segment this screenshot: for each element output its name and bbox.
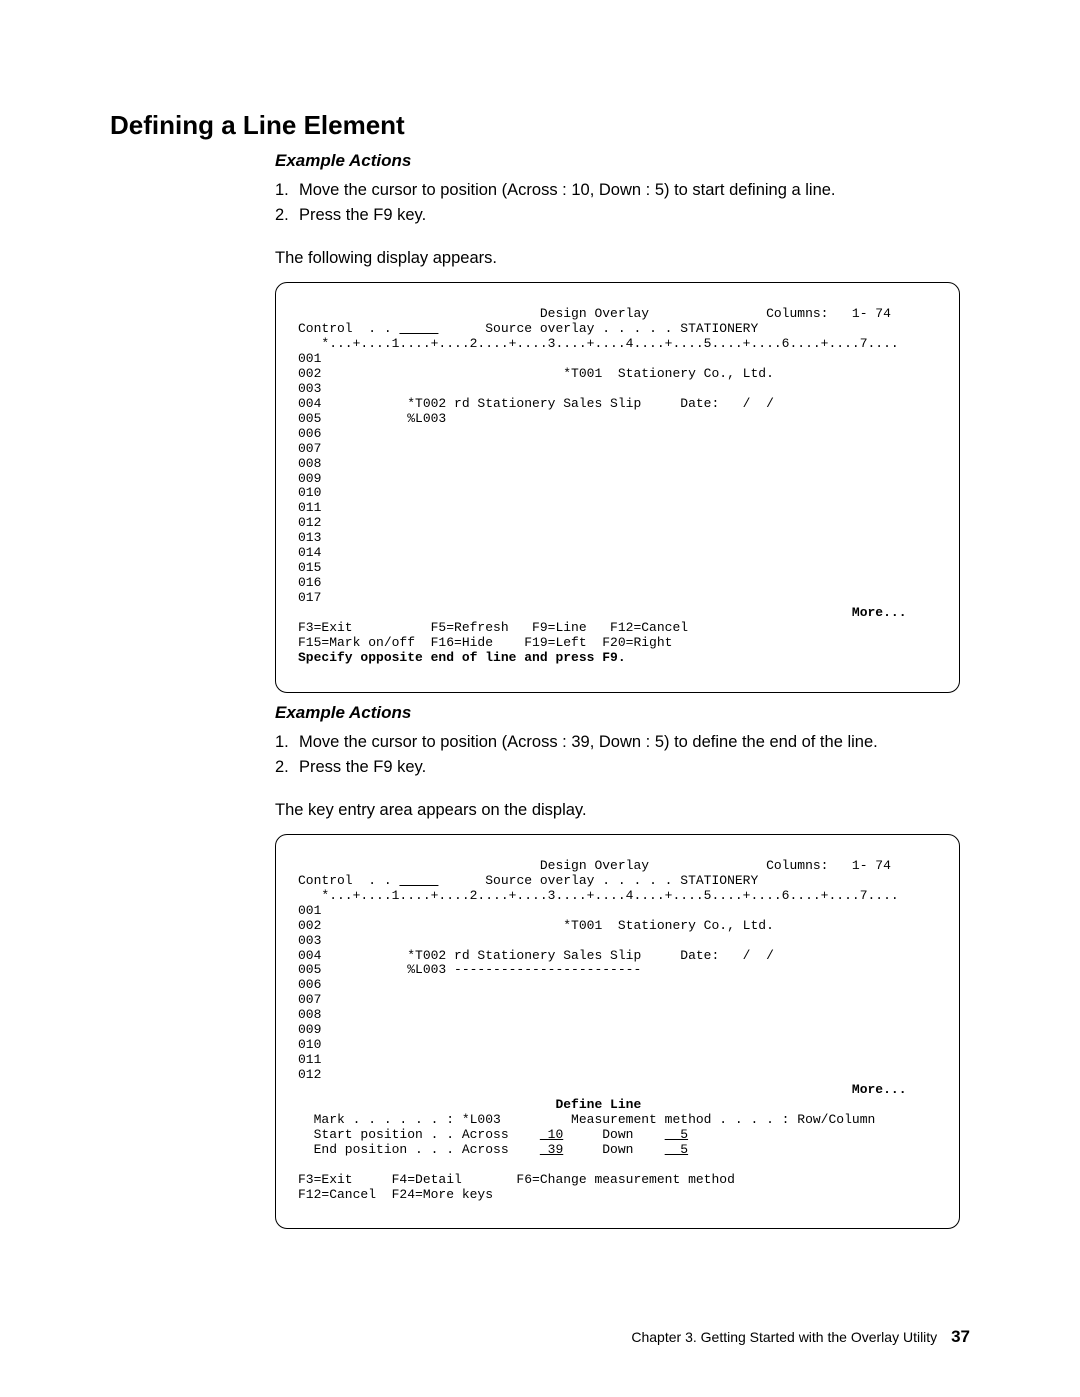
terminal-line: Start position . . Across 10 Down 5 [298, 1127, 688, 1142]
terminal-fkeys: F12=Cancel F24=More keys [298, 1187, 493, 1202]
list-text: Move the cursor to position (Across : 10… [299, 179, 960, 202]
list-item: 1. Move the cursor to position (Across :… [275, 731, 960, 754]
list-text: Move the cursor to position (Across : 39… [299, 731, 960, 754]
terminal-line: 010 [298, 1037, 321, 1052]
terminal-line: Mark . . . . . . : *L003 Measurement met… [298, 1112, 875, 1127]
terminal-line: 005 %L003 ------------------------ [298, 962, 641, 977]
terminal-line: 004 *T002 rd Stationery Sales Slip Date:… [298, 948, 774, 963]
terminal-line: 012 [298, 1067, 321, 1082]
paragraph: The key entry area appears on the displa… [275, 801, 960, 820]
terminal-line: 001 [298, 351, 321, 366]
list-text: Press the F9 key. [299, 204, 960, 227]
terminal-define-title: Define Line [298, 1097, 641, 1112]
terminal-line: 011 [298, 500, 321, 515]
terminal-line: End position . . . Across 39 Down 5 [298, 1142, 688, 1157]
terminal-line: 009 [298, 1022, 321, 1037]
terminal-fkeys: F3=Exit F4=Detail F6=Change measurement … [298, 1172, 735, 1187]
example-actions-heading-1: Example Actions [275, 151, 960, 171]
terminal-line: Control . . Source overlay . . . . . STA… [298, 321, 758, 336]
terminal-ruler: *...+....1....+....2....+....3....+....4… [298, 888, 899, 903]
terminal-line: 002 *T001 Stationery Co., Ltd. [298, 918, 774, 933]
terminal-display-1: Design Overlay Columns: 1- 74 Control . … [275, 282, 960, 693]
section-heading: Defining a Line Element [110, 110, 970, 141]
terminal-line: 006 [298, 426, 321, 441]
list-number: 2. [275, 204, 299, 227]
list-item: 2. Press the F9 key. [275, 756, 960, 779]
terminal-line: 015 [298, 560, 321, 575]
terminal-line: 012 [298, 515, 321, 530]
terminal-title: Design Overlay Columns: 1- 74 [298, 858, 891, 873]
terminal-fkeys: F15=Mark on/off F16=Hide F19=Left F20=Ri… [298, 635, 672, 650]
terminal-line: 003 [298, 933, 321, 948]
paragraph: The following display appears. [275, 249, 960, 268]
terminal-line: 009 [298, 471, 321, 486]
terminal-line: 017 [298, 590, 321, 605]
terminal-line: 010 [298, 485, 321, 500]
terminal-more: More... [298, 605, 907, 620]
terminal-line: 011 [298, 1052, 321, 1067]
terminal-line: 014 [298, 545, 321, 560]
list-item: 2. Press the F9 key. [275, 204, 960, 227]
terminal-line: 001 [298, 903, 321, 918]
terminal-line: 003 [298, 381, 321, 396]
terminal-line: 008 [298, 1007, 321, 1022]
terminal-line: 007 [298, 441, 321, 456]
page-footer: Chapter 3. Getting Started with the Over… [631, 1327, 970, 1347]
page-number: 37 [951, 1327, 970, 1346]
footer-chapter: Chapter 3. Getting Started with the Over… [631, 1329, 937, 1345]
terminal-ruler: *...+....1....+....2....+....3....+....4… [298, 336, 899, 351]
terminal-line: 002 *T001 Stationery Co., Ltd. [298, 366, 774, 381]
list-item: 1. Move the cursor to position (Across :… [275, 179, 960, 202]
terminal-line: 004 *T002 rd Stationery Sales Slip Date:… [298, 396, 774, 411]
terminal-more: More... [298, 1082, 907, 1097]
terminal-line: 016 [298, 575, 321, 590]
terminal-line: 013 [298, 530, 321, 545]
example-actions-heading-2: Example Actions [275, 703, 960, 723]
terminal-title: Design Overlay Columns: 1- 74 [298, 306, 891, 321]
terminal-line: 006 [298, 977, 321, 992]
terminal-prompt: Specify opposite end of line and press F… [298, 650, 626, 665]
terminal-fkeys: F3=Exit F5=Refresh F9=Line F12=Cancel [298, 620, 688, 635]
terminal-line: 008 [298, 456, 321, 471]
list-number: 1. [275, 731, 299, 754]
terminal-line: 007 [298, 992, 321, 1007]
list-text: Press the F9 key. [299, 756, 960, 779]
terminal-line: Control . . Source overlay . . . . . STA… [298, 873, 758, 888]
example-actions-block-1: Example Actions 1. Move the cursor to po… [275, 151, 960, 1229]
list-number: 1. [275, 179, 299, 202]
terminal-display-2: Design Overlay Columns: 1- 74 Control . … [275, 834, 960, 1230]
terminal-line: 005 %L003 [298, 411, 446, 426]
list-number: 2. [275, 756, 299, 779]
